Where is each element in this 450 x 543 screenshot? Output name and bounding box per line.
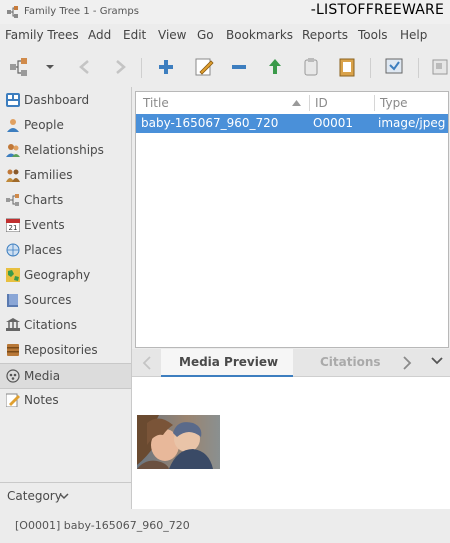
table-row[interactable]: baby-165067_960_720 O0001 image/jpeg (136, 114, 448, 133)
repositories-icon (7, 344, 19, 356)
dashboard-icon (6, 93, 20, 107)
relationships-icon (6, 144, 20, 157)
sidebar-item-label: Notes (24, 393, 59, 407)
tools-icon[interactable] (381, 54, 407, 80)
menu-edit[interactable]: Edit (123, 28, 146, 42)
toolbar (0, 50, 450, 84)
reports-icon[interactable] (334, 54, 360, 80)
media-preview-pane (132, 377, 450, 509)
sidebar-item-events[interactable]: 21 Events (0, 213, 132, 237)
citations-icon (6, 318, 20, 331)
column-header-type[interactable]: Type (380, 96, 408, 110)
sidebar-item-dashboard[interactable]: Dashboard (0, 88, 132, 112)
families-icon (6, 169, 20, 182)
notes-icon (6, 393, 20, 407)
sidebar-item-citations[interactable]: Citations (0, 313, 132, 337)
tab-scroll-left-icon[interactable] (142, 356, 152, 370)
status-bar: [O0001] baby-165067_960_720 (0, 509, 450, 543)
tab-citations[interactable]: Citations (294, 349, 394, 375)
status-text: [O0001] baby-165067_960_720 (15, 519, 190, 532)
sidebar-item-sources[interactable]: Sources (0, 288, 132, 312)
chevron-down-icon (59, 493, 69, 500)
menu-reports[interactable]: Reports (302, 28, 348, 42)
category-selector[interactable]: Category (0, 482, 132, 510)
sidebar-item-label: Places (24, 243, 63, 257)
cell-type: image/jpeg (378, 116, 446, 130)
menu-add[interactable]: Add (88, 28, 111, 42)
clipboard-icon[interactable] (298, 54, 324, 80)
window-title: Family Tree 1 - Gramps (24, 6, 139, 17)
chevron-down-icon[interactable] (431, 357, 443, 365)
navigator-sidebar: Dashboard People Relationships Families … (0, 87, 132, 482)
category-label: Category (7, 489, 62, 503)
toolbar-separator (370, 58, 371, 78)
app-tree-icon (7, 6, 18, 18)
menu-view[interactable]: View (158, 28, 186, 42)
geography-icon (6, 268, 20, 282)
svg-text:21: 21 (9, 224, 18, 232)
cell-title: baby-165067_960_720 (141, 116, 279, 130)
media-thumbnail[interactable] (137, 415, 220, 469)
person-icon (7, 119, 19, 132)
sidebar-item-places[interactable]: Places (0, 238, 132, 262)
remove-icon[interactable] (226, 54, 252, 80)
sidebar-item-label: People (24, 118, 64, 132)
sidebar-item-label: Relationships (24, 143, 104, 157)
charts-icon (6, 194, 19, 206)
sidebar-item-families[interactable]: Families (0, 163, 132, 187)
title-bar: Family Tree 1 - Gramps -LISTOFFREEWARE (0, 0, 450, 24)
column-header-id[interactable]: ID (315, 96, 328, 110)
sort-ascending-icon (292, 100, 301, 106)
forward-icon[interactable] (107, 54, 133, 80)
sidebar-item-charts[interactable]: Charts (0, 188, 132, 212)
column-separator (374, 95, 375, 111)
menu-go[interactable]: Go (197, 28, 214, 42)
tab-scroll-right-icon[interactable] (402, 356, 412, 370)
places-icon (6, 243, 20, 257)
toolbar-separator (141, 58, 142, 78)
sidebar-item-geography[interactable]: Geography (0, 263, 132, 287)
menu-bookmarks[interactable]: Bookmarks (226, 28, 293, 42)
sidebar-item-label: Sources (24, 293, 72, 307)
tab-label: Citations (320, 355, 381, 369)
menu-help[interactable]: Help (400, 28, 427, 42)
merge-icon[interactable] (262, 54, 288, 80)
sidebar-item-people[interactable]: People (0, 113, 132, 137)
column-header-title[interactable]: Title (143, 96, 169, 110)
sidebar-item-label: Repositories (24, 343, 98, 357)
back-icon[interactable] (72, 54, 98, 80)
watermark-text: -LISTOFFREEWARE (310, 2, 444, 18)
tab-media-preview[interactable]: Media Preview (161, 349, 293, 377)
sidebar-item-label: Charts (24, 193, 64, 207)
add-icon[interactable] (153, 54, 179, 80)
toolbar-separator (418, 58, 419, 78)
sidebar-item-label: Events (24, 218, 65, 232)
extra-icon[interactable] (428, 54, 450, 80)
cell-id: O0001 (313, 116, 353, 130)
media-icon (6, 369, 20, 383)
edit-icon[interactable] (191, 54, 217, 80)
sidebar-item-label: Media (24, 369, 61, 383)
media-table: Title ID Type baby-165067_960_720 O0001 … (135, 91, 449, 348)
sidebar-item-repositories[interactable]: Repositories (0, 338, 132, 362)
menu-family-trees[interactable]: Family Trees (5, 28, 79, 42)
sidebar-item-relationships[interactable]: Relationships (0, 138, 132, 162)
sidebar-item-label: Families (24, 168, 73, 182)
bottombar-tabs: Media Preview Citations (132, 349, 450, 377)
sources-icon (7, 294, 18, 307)
sidebar-item-media[interactable]: Media (0, 363, 132, 389)
sidebar-item-notes[interactable]: Notes (0, 388, 132, 412)
sidebar-item-label: Geography (24, 268, 91, 282)
events-icon: 21 (6, 218, 20, 232)
menu-tools[interactable]: Tools (358, 28, 388, 42)
dropdown-arrow-icon[interactable] (37, 54, 63, 80)
table-header: Title ID Type (136, 92, 448, 115)
tree-icon[interactable] (6, 54, 32, 80)
menu-bar: Family Trees Add Edit View Go Bookmarks … (0, 26, 450, 46)
sidebar-item-label: Dashboard (24, 93, 90, 107)
sidebar-item-label: Citations (24, 318, 78, 332)
column-separator (309, 95, 310, 111)
tab-label: Media Preview (179, 355, 279, 369)
